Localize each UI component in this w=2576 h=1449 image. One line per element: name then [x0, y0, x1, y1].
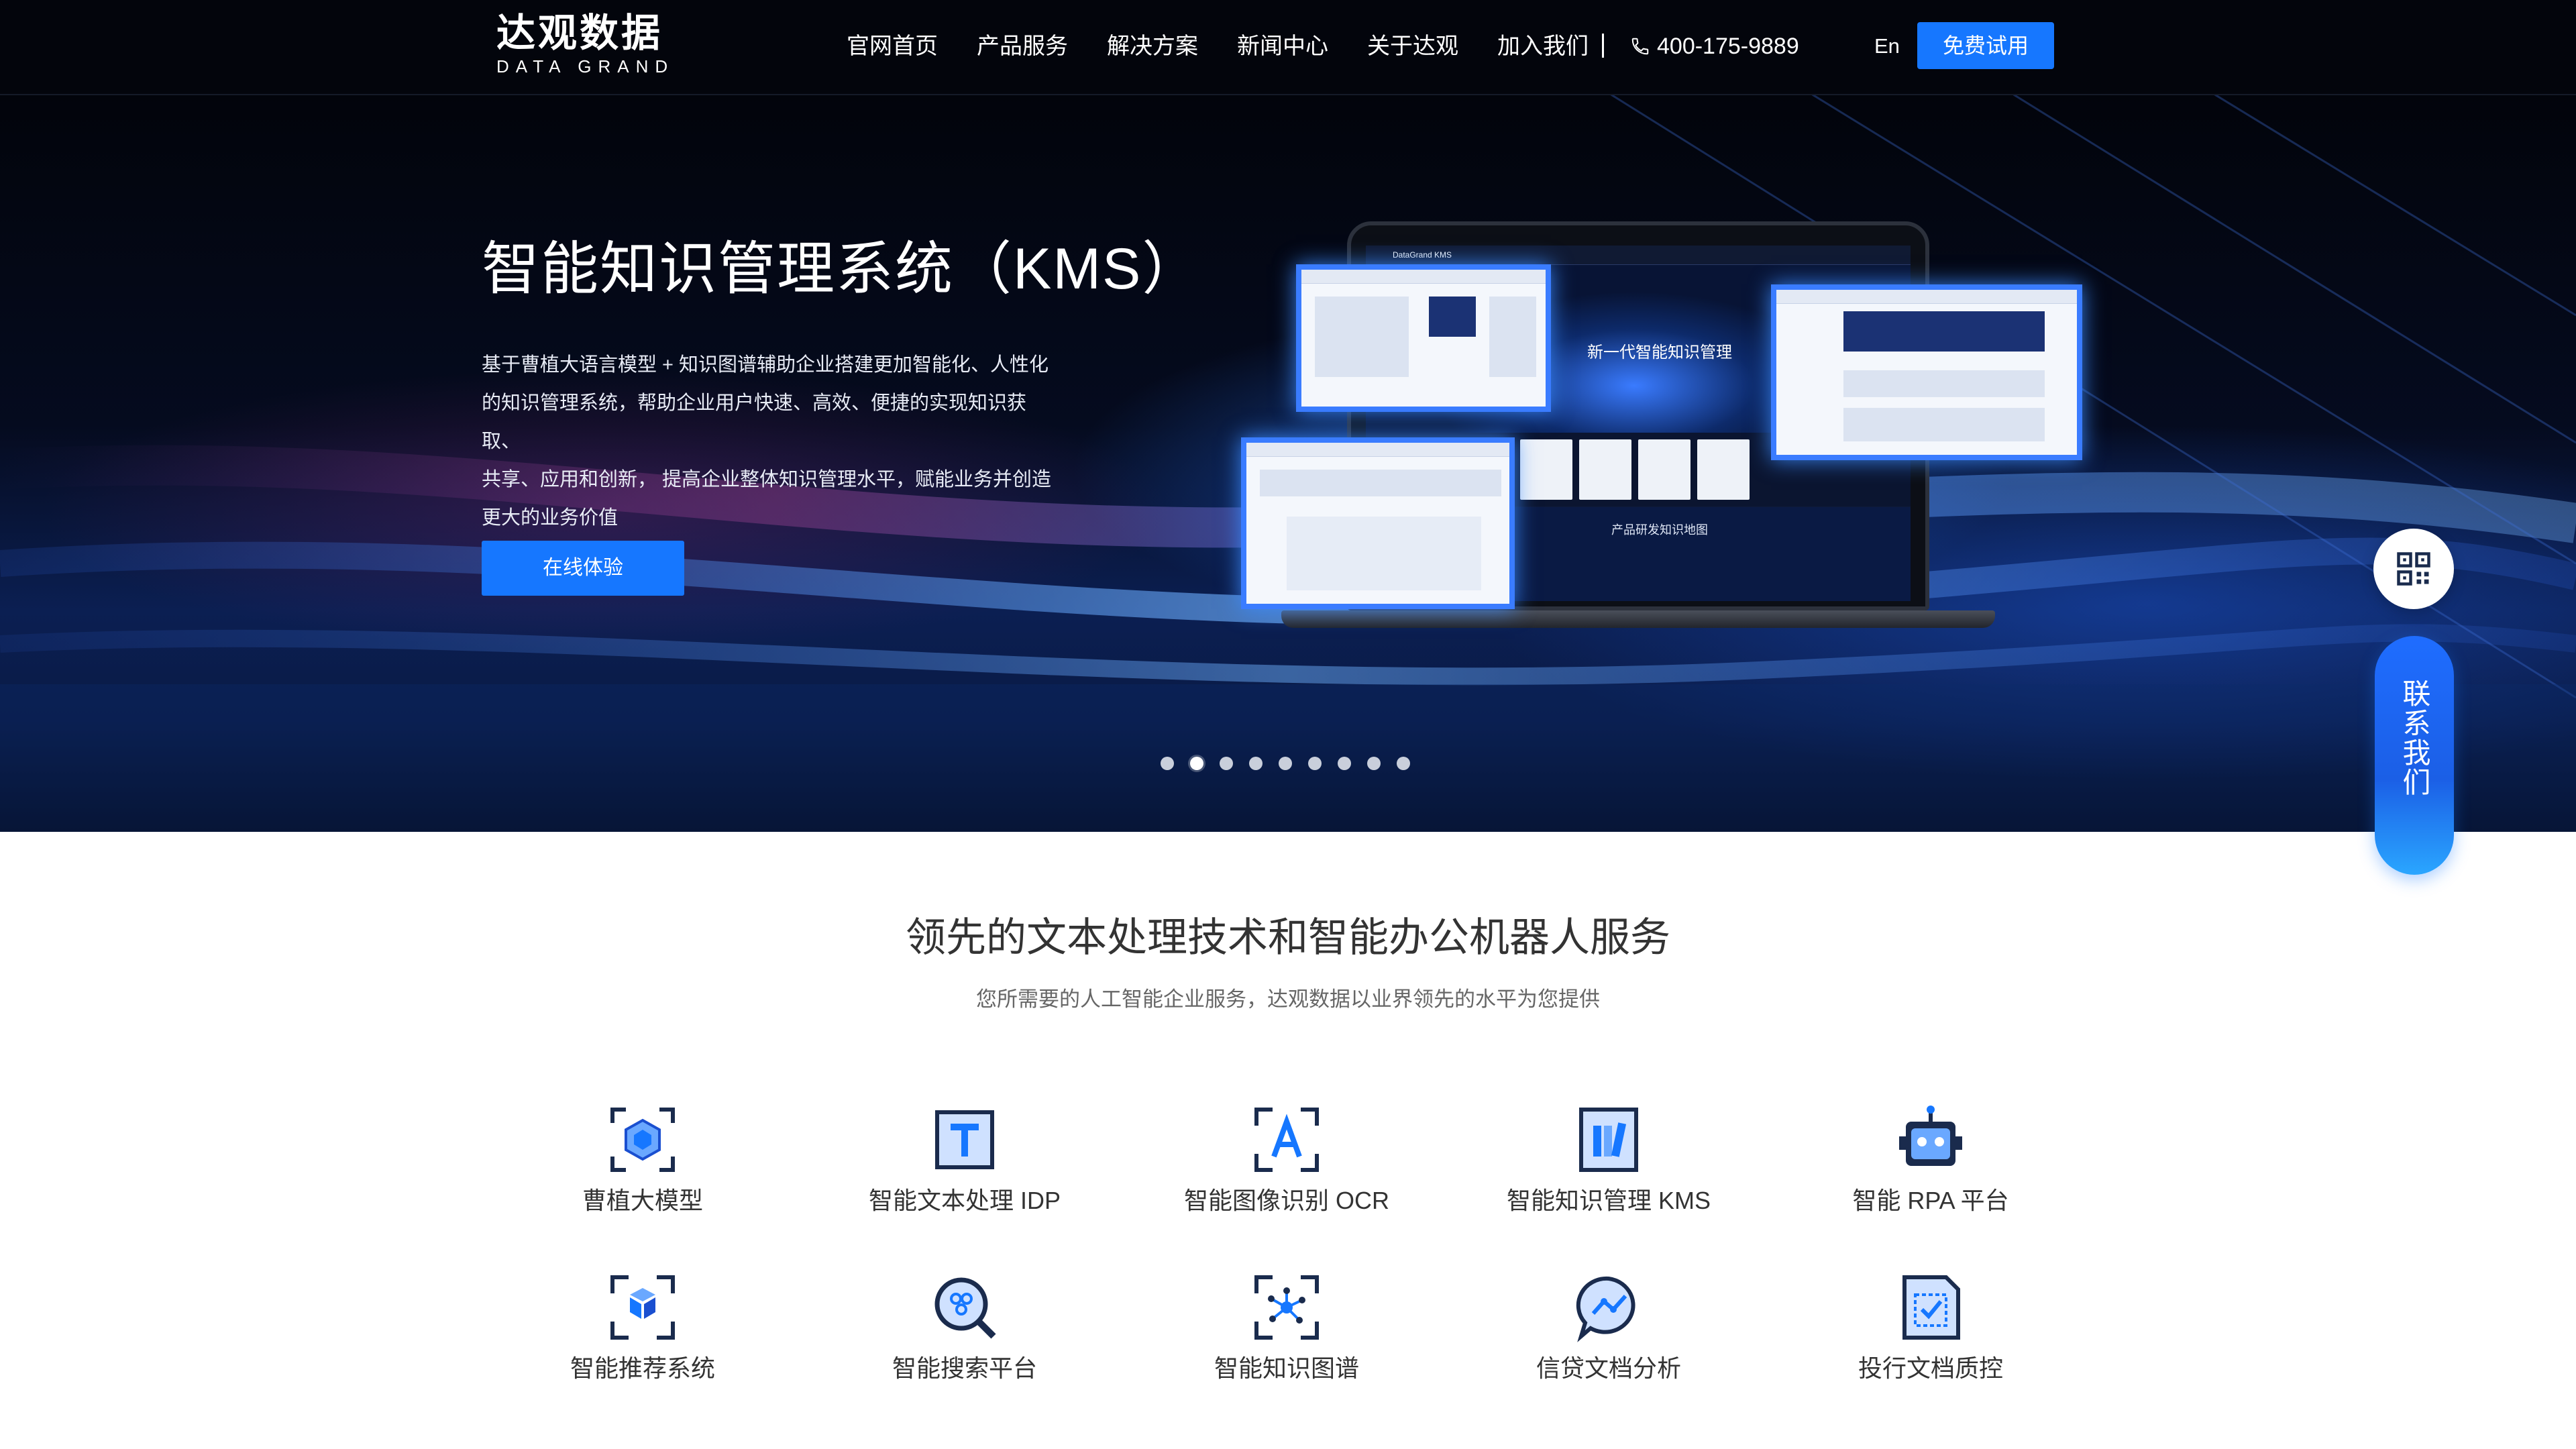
carousel-dot-active[interactable] — [1190, 757, 1203, 770]
service-label: 信贷文档分析 — [1536, 1354, 1681, 1382]
service-label: 智能知识图谱 — [1214, 1354, 1359, 1382]
large-model-icon — [610, 1108, 675, 1172]
hero-desc-line: 基于曹植大语言模型 + 知识图谱辅助企业搭建更加智能化、人性化 — [482, 354, 1049, 376]
floating-panel-right — [1771, 284, 2082, 460]
mock-footer-title: 产品研发知识地图 — [1611, 523, 1708, 537]
free-trial-button[interactable]: 免费试用 — [1917, 22, 2054, 69]
phone-icon — [1631, 38, 1649, 55]
laptop-base — [1281, 610, 1995, 628]
nav-news[interactable]: 新闻中心 — [1237, 25, 1328, 67]
document-qc-icon — [1902, 1275, 1960, 1340]
ocr-icon — [1254, 1108, 1319, 1172]
recommendation-icon — [610, 1275, 675, 1340]
contact-us-button[interactable]: 联系我们 — [2375, 636, 2454, 875]
carousel-dot[interactable] — [1249, 757, 1263, 770]
mock-card — [1520, 439, 1572, 500]
service-label: 投行文档质控 — [1858, 1354, 2003, 1382]
floating-panel-left-bottom — [1241, 437, 1515, 609]
carousel-dot[interactable] — [1161, 757, 1174, 770]
carousel-dot[interactable] — [1308, 757, 1322, 770]
phone-number: 400-175-9889 — [1657, 34, 1799, 59]
online-demo-button[interactable]: 在线体验 — [482, 541, 684, 596]
nav-about[interactable]: 关于达观 — [1367, 25, 1458, 67]
hero-title: 智能知识管理系统（KMS） — [482, 237, 1201, 301]
mock-banner-title: 新一代智能知识管理 — [1587, 343, 1732, 362]
mock-app-topbar: DataGrand KMS — [1366, 246, 1911, 265]
service-ocr[interactable]: 智能图像识别 OCR — [1132, 1103, 1441, 1217]
nav-careers[interactable]: 加入我们 — [1497, 25, 1589, 67]
qr-code-button[interactable] — [2373, 529, 2454, 609]
contact-us-label: 联系我们 — [2399, 679, 2430, 797]
knowledge-management-icon — [1579, 1108, 1638, 1172]
carousel-dot[interactable] — [1338, 757, 1351, 770]
mock-card — [1697, 439, 1750, 500]
service-search[interactable]: 智能搜索平台 — [810, 1271, 1119, 1385]
language-switch[interactable]: En — [1874, 25, 1900, 67]
service-label: 智能 RPA 平台 — [1852, 1187, 2009, 1214]
mock-card — [1579, 439, 1631, 500]
logo[interactable]: 达观数据 DATA GRAND — [496, 11, 675, 77]
nav-solutions[interactable]: 解决方案 — [1107, 25, 1198, 67]
mock-app-brand: DataGrand KMS — [1393, 250, 1452, 260]
service-label: 智能推荐系统 — [570, 1354, 715, 1382]
robot-icon — [1899, 1106, 1962, 1166]
mock-card — [1638, 439, 1690, 500]
hero-description: 基于曹植大语言模型 + 知识图谱辅助企业搭建更加智能化、人性化 的知识管理系统，… — [482, 346, 1059, 537]
service-idp[interactable]: 智能文本处理 IDP — [810, 1103, 1119, 1217]
phone-contact[interactable]: 400-175-9889 — [1630, 25, 1799, 67]
services-subtitle: 您所需要的人工智能企业服务，达观数据以业界领先的水平为您提供 — [976, 987, 1600, 1011]
service-rpa[interactable]: 智能 RPA 平台 — [1776, 1103, 2085, 1217]
service-label: 曹植大模型 — [582, 1187, 703, 1214]
top-navigation-bar: 达观数据 DATA GRAND 官网首页 产品服务 解决方案 新闻中心 关于达观… — [0, 0, 2576, 95]
credit-analysis-icon — [1576, 1276, 1635, 1342]
service-label: 智能知识管理 KMS — [1506, 1187, 1711, 1214]
service-credit-analysis[interactable]: 信贷文档分析 — [1454, 1271, 1763, 1385]
nav-products[interactable]: 产品服务 — [977, 25, 1068, 67]
service-label: 智能文本处理 IDP — [868, 1187, 1061, 1214]
qr-code-icon — [2397, 552, 2430, 586]
carousel-indicators — [1161, 757, 1410, 770]
hero-banner: 智能知识管理系统（KMS） 基于曹植大语言模型 + 知识图谱辅助企业搭建更加智能… — [0, 94, 2576, 832]
hero-desc-line: 更大的业务价值 — [482, 507, 619, 529]
text-processing-icon — [935, 1110, 994, 1169]
services-title: 领先的文本处理技术和智能办公机器人服务 — [906, 915, 1670, 960]
service-recommendation[interactable]: 智能推荐系统 — [488, 1271, 797, 1385]
logo-text-en: DATA GRAND — [496, 56, 675, 76]
service-document-qc[interactable]: 投行文档质控 — [1776, 1271, 2085, 1385]
service-label: 智能搜索平台 — [892, 1354, 1037, 1382]
floating-panel-left-top — [1296, 264, 1551, 412]
knowledge-graph-icon — [1254, 1275, 1319, 1340]
search-icon — [934, 1277, 996, 1339]
service-knowledge-graph[interactable]: 智能知识图谱 — [1132, 1271, 1441, 1385]
main-nav: 官网首页 产品服务 解决方案 新闻中心 关于达观 加入我们 — [847, 25, 1589, 67]
hero-desc-line: 共享、应用和创新， 提高企业整体知识管理水平，赋能业务并创造 — [482, 469, 1052, 490]
carousel-dot[interactable] — [1220, 757, 1233, 770]
service-kms[interactable]: 智能知识管理 KMS — [1454, 1103, 1763, 1217]
service-label: 智能图像识别 OCR — [1183, 1187, 1389, 1214]
nav-divider — [1602, 34, 1604, 58]
logo-text-cn: 达观数据 — [496, 11, 663, 55]
service-large-model[interactable]: 曹植大模型 — [488, 1103, 797, 1217]
hero-desc-line: 的知识管理系统，帮助企业用户快速、高效、便捷的实现知识获取、 — [482, 392, 1027, 452]
nav-home[interactable]: 官网首页 — [847, 25, 938, 67]
carousel-dot[interactable] — [1279, 757, 1292, 770]
carousel-dot[interactable] — [1397, 757, 1410, 770]
carousel-dot[interactable] — [1367, 757, 1381, 770]
